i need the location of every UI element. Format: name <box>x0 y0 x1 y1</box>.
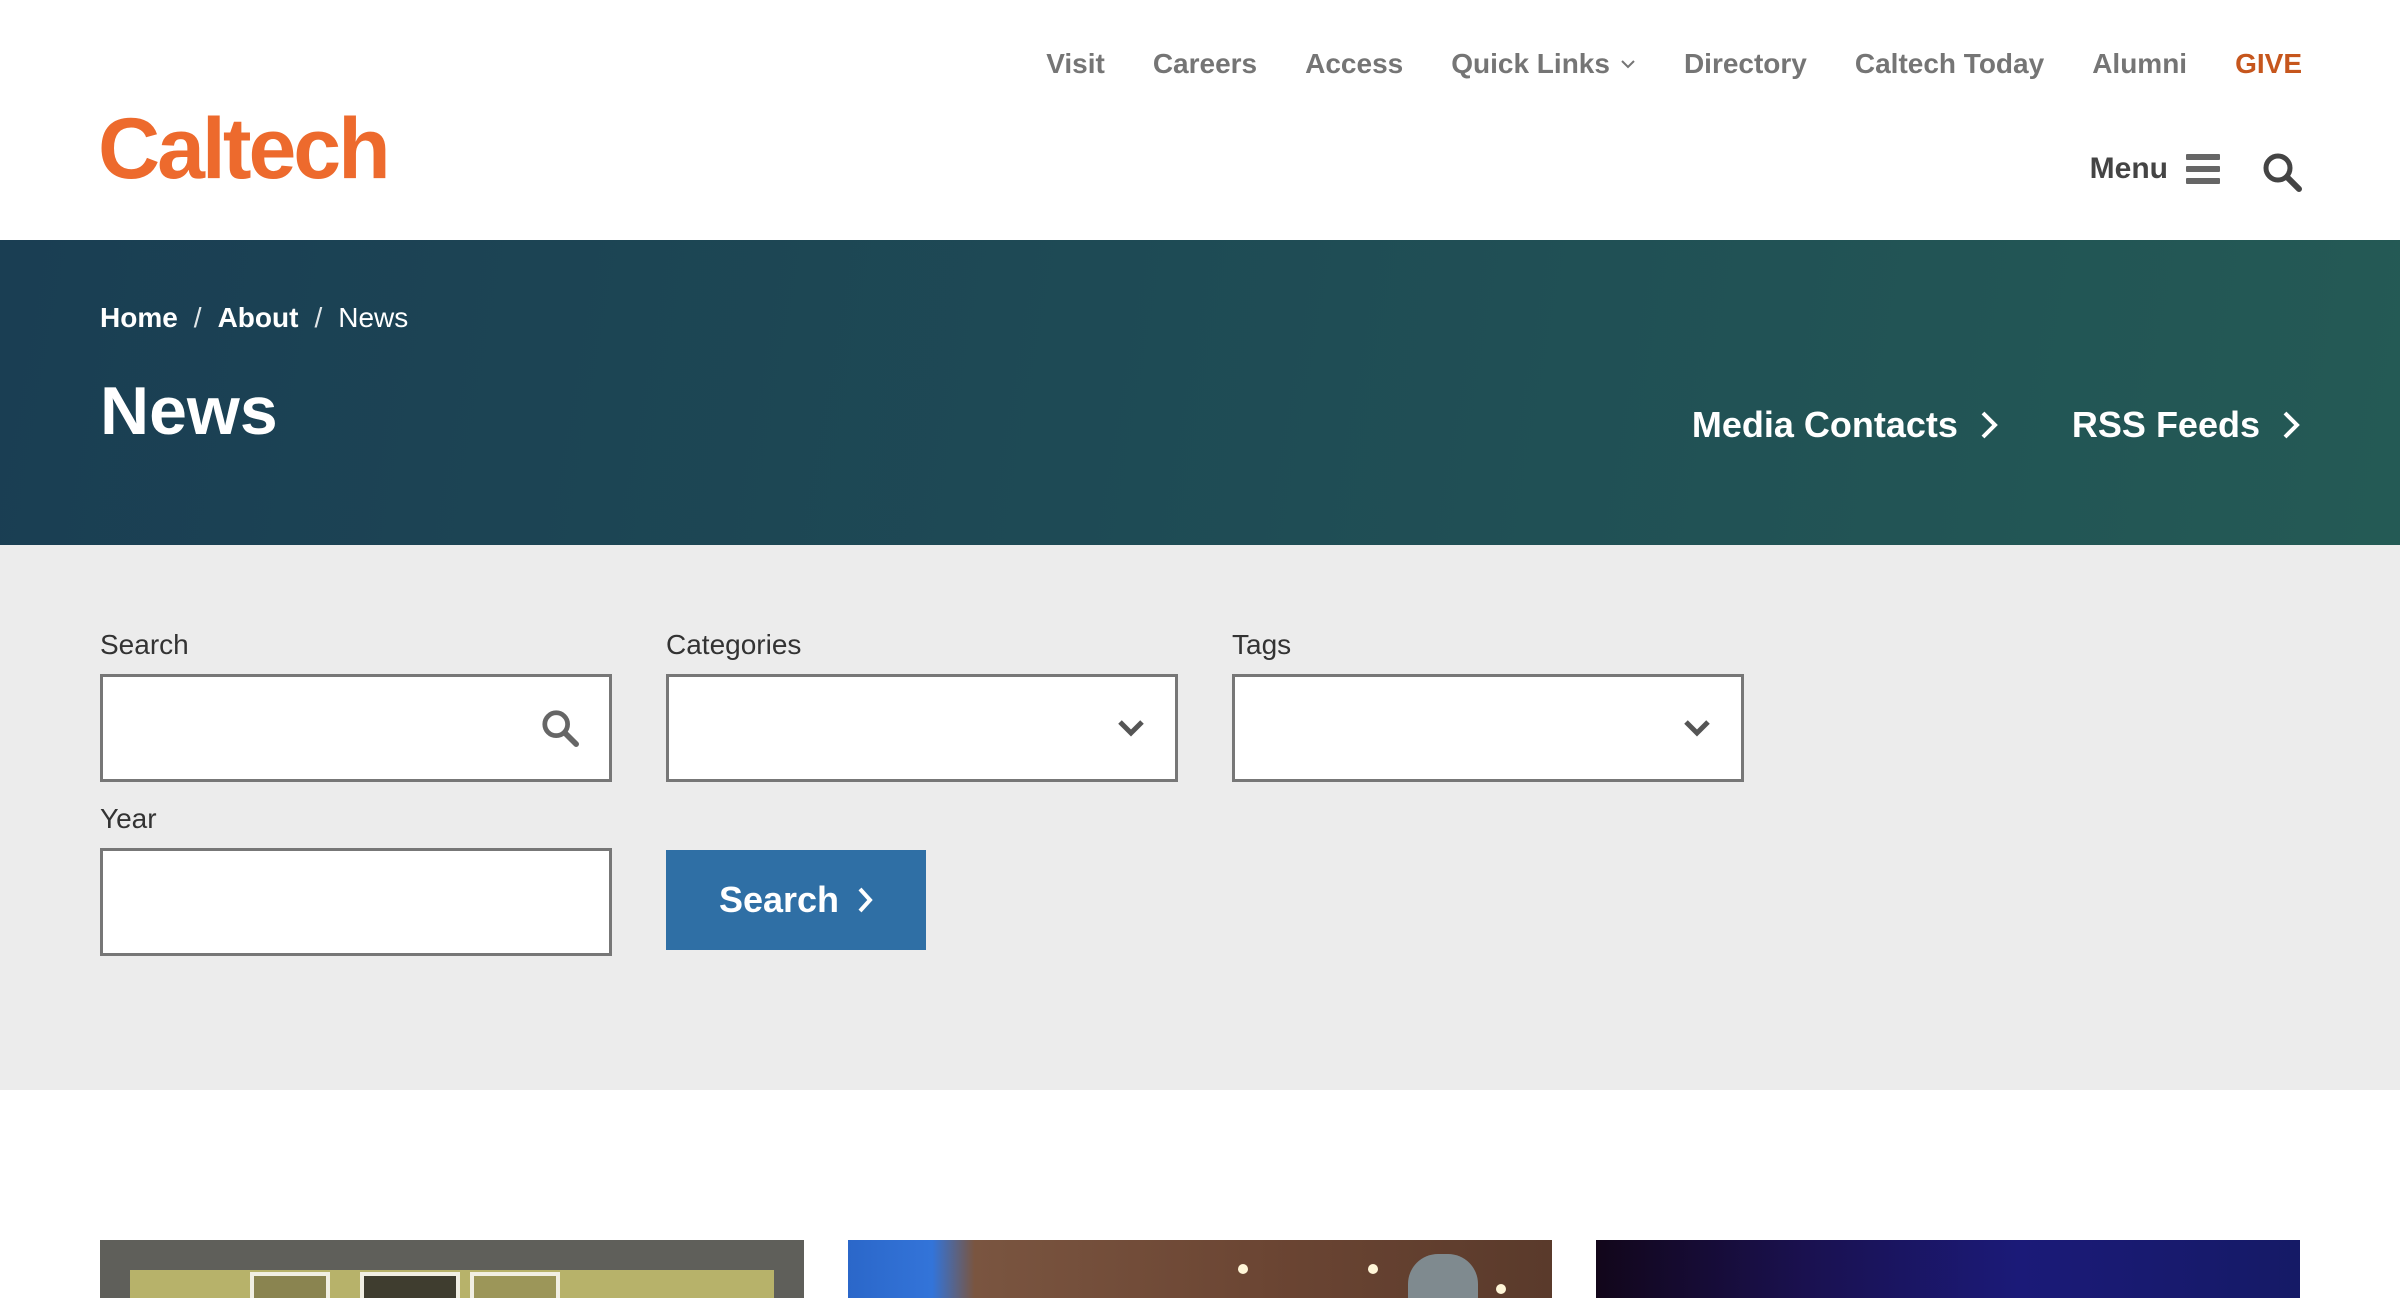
nav-quick-links-label: Quick Links <box>1451 48 1610 79</box>
chevron-down-icon <box>1621 60 1635 69</box>
card-photo-detail <box>130 1270 774 1298</box>
year-label: Year <box>100 803 157 834</box>
search-icon[interactable] <box>2262 152 2302 192</box>
rss-feeds-link[interactable]: RSS Feeds <box>2072 404 2300 446</box>
chevron-right-icon <box>858 887 873 913</box>
breadcrumb: Home / About / News <box>100 302 408 334</box>
card-photo-person <box>1408 1254 1478 1298</box>
tags-select[interactable] <box>1232 674 1744 782</box>
nav-directory[interactable]: Directory <box>1684 48 1807 80</box>
utility-nav: Visit Careers Access Quick Links Directo… <box>998 44 2302 84</box>
search-submit-button[interactable]: Search <box>666 850 926 950</box>
breadcrumb-home[interactable]: Home <box>100 302 178 334</box>
categories-label: Categories <box>666 629 802 660</box>
news-card-image[interactable] <box>848 1240 1552 1298</box>
breadcrumb-separator: / <box>314 302 323 333</box>
breadcrumb-about[interactable]: About <box>218 302 299 334</box>
news-card-image[interactable] <box>100 1240 804 1298</box>
nav-caltech-today[interactable]: Caltech Today <box>1855 48 2044 80</box>
tags-label: Tags <box>1232 629 1292 660</box>
search-input[interactable] <box>100 674 612 782</box>
search-submit-label: Search <box>718 879 840 920</box>
news-card-image[interactable] <box>1596 1240 2300 1298</box>
menu-button[interactable]: Menu <box>2090 152 2220 186</box>
nav-quick-links[interactable]: Quick Links <box>1451 48 1636 80</box>
rss-feeds-label: RSS Feeds <box>2071 404 2260 445</box>
search-label: Search <box>100 629 189 660</box>
nav-alumni[interactable]: Alumni <box>2092 48 2187 80</box>
menu-label: Menu <box>2089 152 2168 185</box>
breadcrumb-separator: / <box>193 302 202 333</box>
banner-links: Media Contacts RSS Feeds <box>1618 404 2300 446</box>
page-title: News <box>100 373 278 449</box>
breadcrumb-current: News <box>338 302 409 333</box>
media-contacts-label: Media Contacts <box>1691 404 1958 445</box>
chevron-right-icon <box>1981 411 1998 439</box>
search-icon <box>542 710 579 747</box>
page-banner: Home / About / News News Media Contacts … <box>0 240 2400 545</box>
news-filter-form: Search Categories Tags Year Search <box>0 545 2400 1090</box>
site-header: Caltech Visit Careers Access Quick Links… <box>0 0 2400 240</box>
hamburger-icon <box>2186 154 2220 184</box>
chevron-down-icon <box>1118 720 1144 737</box>
media-contacts-link[interactable]: Media Contacts <box>1692 404 1998 446</box>
caltech-logo[interactable]: Caltech <box>98 106 391 192</box>
nav-careers[interactable]: Careers <box>1153 48 1257 80</box>
nav-visit[interactable]: Visit <box>1046 48 1105 80</box>
year-input[interactable] <box>100 848 612 956</box>
chevron-down-icon <box>1684 720 1710 737</box>
news-cards <box>0 1090 2400 1298</box>
chevron-right-icon <box>2283 411 2300 439</box>
nav-give[interactable]: GIVE <box>2235 48 2302 80</box>
nav-access[interactable]: Access <box>1305 48 1403 80</box>
categories-select[interactable] <box>666 674 1178 782</box>
